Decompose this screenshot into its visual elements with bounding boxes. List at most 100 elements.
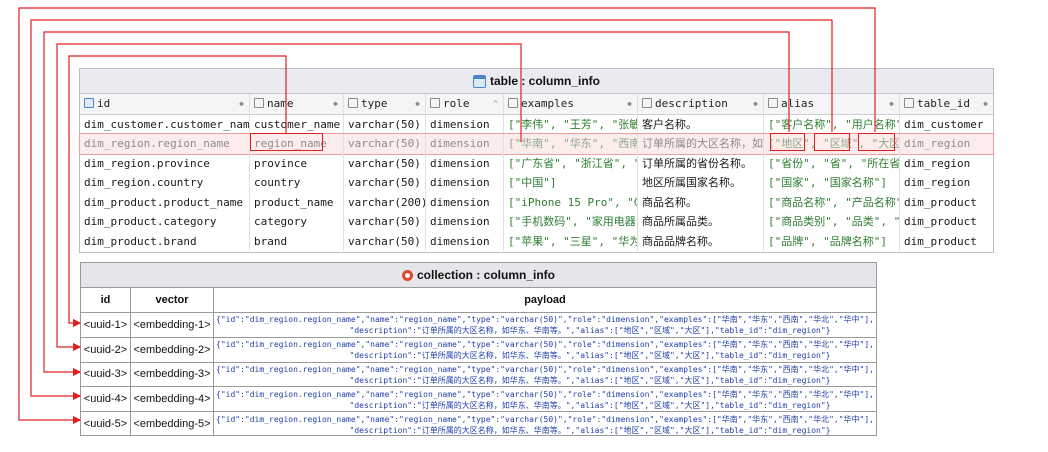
payload-line-1: {"id":"dim_region.region_name","name":"r… bbox=[216, 414, 874, 424]
cell-table-id[interactable]: dim_product bbox=[900, 212, 993, 232]
cell-description[interactable]: 商品所属品类。 bbox=[638, 212, 764, 232]
collection-row[interactable]: <uuid-5> <embedding-5> {"id":"dim_region.r… bbox=[81, 412, 876, 436]
sort-icon[interactable]: ◆ bbox=[333, 94, 338, 114]
cell-description[interactable]: 订单所属的大区名称，如华 bbox=[638, 134, 764, 154]
table-row[interactable]: dim_customer.customer_name customer_name v… bbox=[80, 114, 993, 135]
cell-role[interactable]: dimension bbox=[426, 134, 504, 154]
sort-icon[interactable]: ◆ bbox=[983, 94, 988, 114]
collection-row[interactable]: <uuid-4> <embedding-4> {"id":"dim_region.r… bbox=[81, 387, 876, 413]
cell-description[interactable]: 商品品牌名称。 bbox=[638, 231, 764, 251]
point-vector: <embedding-2> bbox=[131, 337, 214, 362]
table-row[interactable]: dim_region.province province varchar(50) di… bbox=[80, 153, 993, 174]
cell-role[interactable]: dimension bbox=[426, 192, 504, 212]
cell-name[interactable]: province bbox=[250, 153, 344, 173]
table-row[interactable]: dim_product.product_name product_name varc… bbox=[80, 192, 993, 213]
table-row[interactable]: dim_product.category category varchar(50) d… bbox=[80, 212, 993, 232]
cell-id[interactable]: dim_region.province bbox=[80, 153, 250, 173]
cell-alias[interactable]: ["商品类别", "品类", "分 bbox=[764, 212, 900, 232]
cell-name[interactable]: product_name bbox=[250, 192, 344, 212]
cell-alias[interactable]: ["商品名称", "产品名称"] bbox=[764, 192, 900, 212]
cell-type[interactable]: varchar(200) bbox=[344, 192, 426, 212]
column-header-id[interactable]: id ◆ bbox=[80, 94, 250, 114]
cell-id[interactable]: dim_product.category bbox=[80, 212, 250, 232]
cell-examples[interactable]: ["中国"] bbox=[504, 173, 638, 193]
cell-alias[interactable]: ["国家", "国家名称"] bbox=[764, 173, 900, 193]
collection-row[interactable]: <uuid-3> <embedding-3> {"id":"dim_region.r… bbox=[81, 362, 876, 388]
collection-header-row: id vector payload bbox=[81, 288, 876, 313]
cell-name[interactable]: category bbox=[250, 212, 344, 232]
cell-examples[interactable]: ["广东省", "浙江省", "四 bbox=[504, 153, 638, 173]
cell-examples[interactable]: ["iPhone 15 Pro", "Ga bbox=[504, 192, 638, 212]
cell-table-id[interactable]: dim_region bbox=[900, 134, 993, 154]
cell-role[interactable]: dimension bbox=[426, 231, 504, 251]
sort-icon[interactable]: ◆ bbox=[239, 94, 244, 114]
header-payload: payload bbox=[524, 294, 566, 306]
cell-description[interactable]: 客户名称。 bbox=[638, 114, 764, 134]
cell-type[interactable]: varchar(50) bbox=[344, 212, 426, 232]
cell-type[interactable]: varchar(50) bbox=[344, 231, 426, 251]
sort-asc-icon[interactable]: ^ bbox=[493, 94, 498, 114]
cell-name[interactable]: country bbox=[250, 173, 344, 193]
sort-icon[interactable]: ◆ bbox=[415, 94, 420, 114]
cell-alias[interactable]: ["品牌", "品牌名称"] bbox=[764, 231, 900, 251]
cell-table-id[interactable]: dim_region bbox=[900, 154, 993, 174]
table-header-row: id ◆ name ◆ type ◆ role ^ examples ◆ descript… bbox=[80, 94, 993, 115]
cell-table-id[interactable]: dim_region bbox=[900, 173, 993, 193]
column-header-name[interactable]: name ◆ bbox=[250, 94, 344, 114]
column-header-label: description bbox=[655, 97, 728, 110]
column-header-type[interactable]: type ◆ bbox=[344, 94, 426, 114]
cell-description[interactable]: 订单所属的省份名称。 bbox=[638, 153, 764, 173]
collection-row[interactable]: <uuid-1> <embedding-1> {"id":"dim_region.r… bbox=[81, 313, 876, 338]
cell-type[interactable]: varchar(50) bbox=[344, 153, 426, 173]
table-row[interactable]: dim_region.region_name region_name varchar… bbox=[79, 133, 994, 155]
cell-role[interactable]: dimension bbox=[426, 173, 504, 193]
cell-table-id[interactable]: dim_product bbox=[900, 232, 993, 252]
column-header-label: role bbox=[443, 97, 470, 110]
cell-name[interactable]: customer_name bbox=[250, 114, 344, 134]
cell-name[interactable]: brand bbox=[250, 231, 344, 251]
cell-id[interactable]: dim_region.country bbox=[80, 173, 250, 193]
cell-id[interactable]: dim_product.product_name bbox=[80, 192, 250, 212]
table-icon bbox=[472, 74, 486, 88]
point-payload: {"id":"dim_region.region_name","name":"r… bbox=[214, 338, 876, 362]
column-info-collection: collection : column_info id vector paylo… bbox=[80, 262, 877, 436]
cell-id[interactable]: dim_product.brand bbox=[80, 231, 250, 251]
cell-type[interactable]: varchar(50) bbox=[344, 114, 426, 134]
cell-examples[interactable]: ["苹果", "三星", "华为", bbox=[504, 231, 638, 251]
collection-row[interactable]: <uuid-2> <embedding-2> {"id":"dim_region.r… bbox=[81, 337, 876, 363]
column-header-description[interactable]: description ◆ bbox=[638, 94, 764, 114]
column-header-table-id[interactable]: table_id ◆ bbox=[900, 94, 993, 114]
cell-examples[interactable]: ["手机数码", "家用电器", bbox=[504, 212, 638, 232]
cell-role[interactable]: dimension bbox=[426, 153, 504, 173]
point-id: <uuid-3> bbox=[81, 362, 131, 387]
table-row[interactable]: dim_region.country country varchar(50) dime… bbox=[80, 173, 993, 193]
cell-alias[interactable]: ["客户名称", "用户名称"] bbox=[764, 114, 900, 134]
cell-description[interactable]: 地区所属国家名称。 bbox=[638, 173, 764, 193]
sort-icon[interactable]: ◆ bbox=[889, 94, 894, 114]
cell-type[interactable]: varchar(50) bbox=[344, 134, 426, 154]
cell-table-id[interactable]: dim_customer bbox=[900, 115, 993, 135]
column-header-role[interactable]: role ^ bbox=[426, 94, 504, 114]
payload-line-2: "description":"订单所属的大区名称，如华东、华南等。","alia… bbox=[349, 375, 831, 385]
table-row[interactable]: dim_product.brand brand varchar(50) dimensi… bbox=[80, 231, 993, 252]
cell-examples[interactable]: ["李伟", "王芳", "张敏" bbox=[504, 114, 638, 134]
cell-alias[interactable]: ["省份", "省", "所在省份 bbox=[764, 153, 900, 173]
point-payload: {"id":"dim_region.region_name","name":"r… bbox=[214, 363, 876, 387]
column-header-examples[interactable]: examples ◆ bbox=[504, 94, 638, 114]
sort-icon[interactable]: ◆ bbox=[753, 94, 758, 114]
point-vector: <embedding-5> bbox=[131, 412, 214, 436]
payload-line-1: {"id":"dim_region.region_name","name":"r… bbox=[216, 364, 874, 374]
cell-type[interactable]: varchar(50) bbox=[344, 173, 426, 193]
cell-role[interactable]: dimension bbox=[426, 114, 504, 134]
column-header-alias[interactable]: alias ◆ bbox=[764, 94, 900, 114]
cell-id[interactable]: dim_customer.customer_name bbox=[80, 114, 250, 134]
payload-line-2: "description":"订单所属的大区名称，如华东、华南等。","alia… bbox=[349, 400, 831, 410]
collection-title-label: collection : column_info bbox=[416, 268, 555, 282]
sort-icon[interactable]: ◆ bbox=[627, 94, 632, 114]
highlight-box-name bbox=[250, 133, 323, 151]
cell-table-id[interactable]: dim_product bbox=[900, 193, 993, 213]
cell-role[interactable]: dimension bbox=[426, 212, 504, 232]
cell-description[interactable]: 商品名称。 bbox=[638, 192, 764, 212]
cell-examples[interactable]: ["华南", "华东", "西南" bbox=[504, 134, 638, 154]
cell-id[interactable]: dim_region.region_name bbox=[80, 134, 250, 154]
